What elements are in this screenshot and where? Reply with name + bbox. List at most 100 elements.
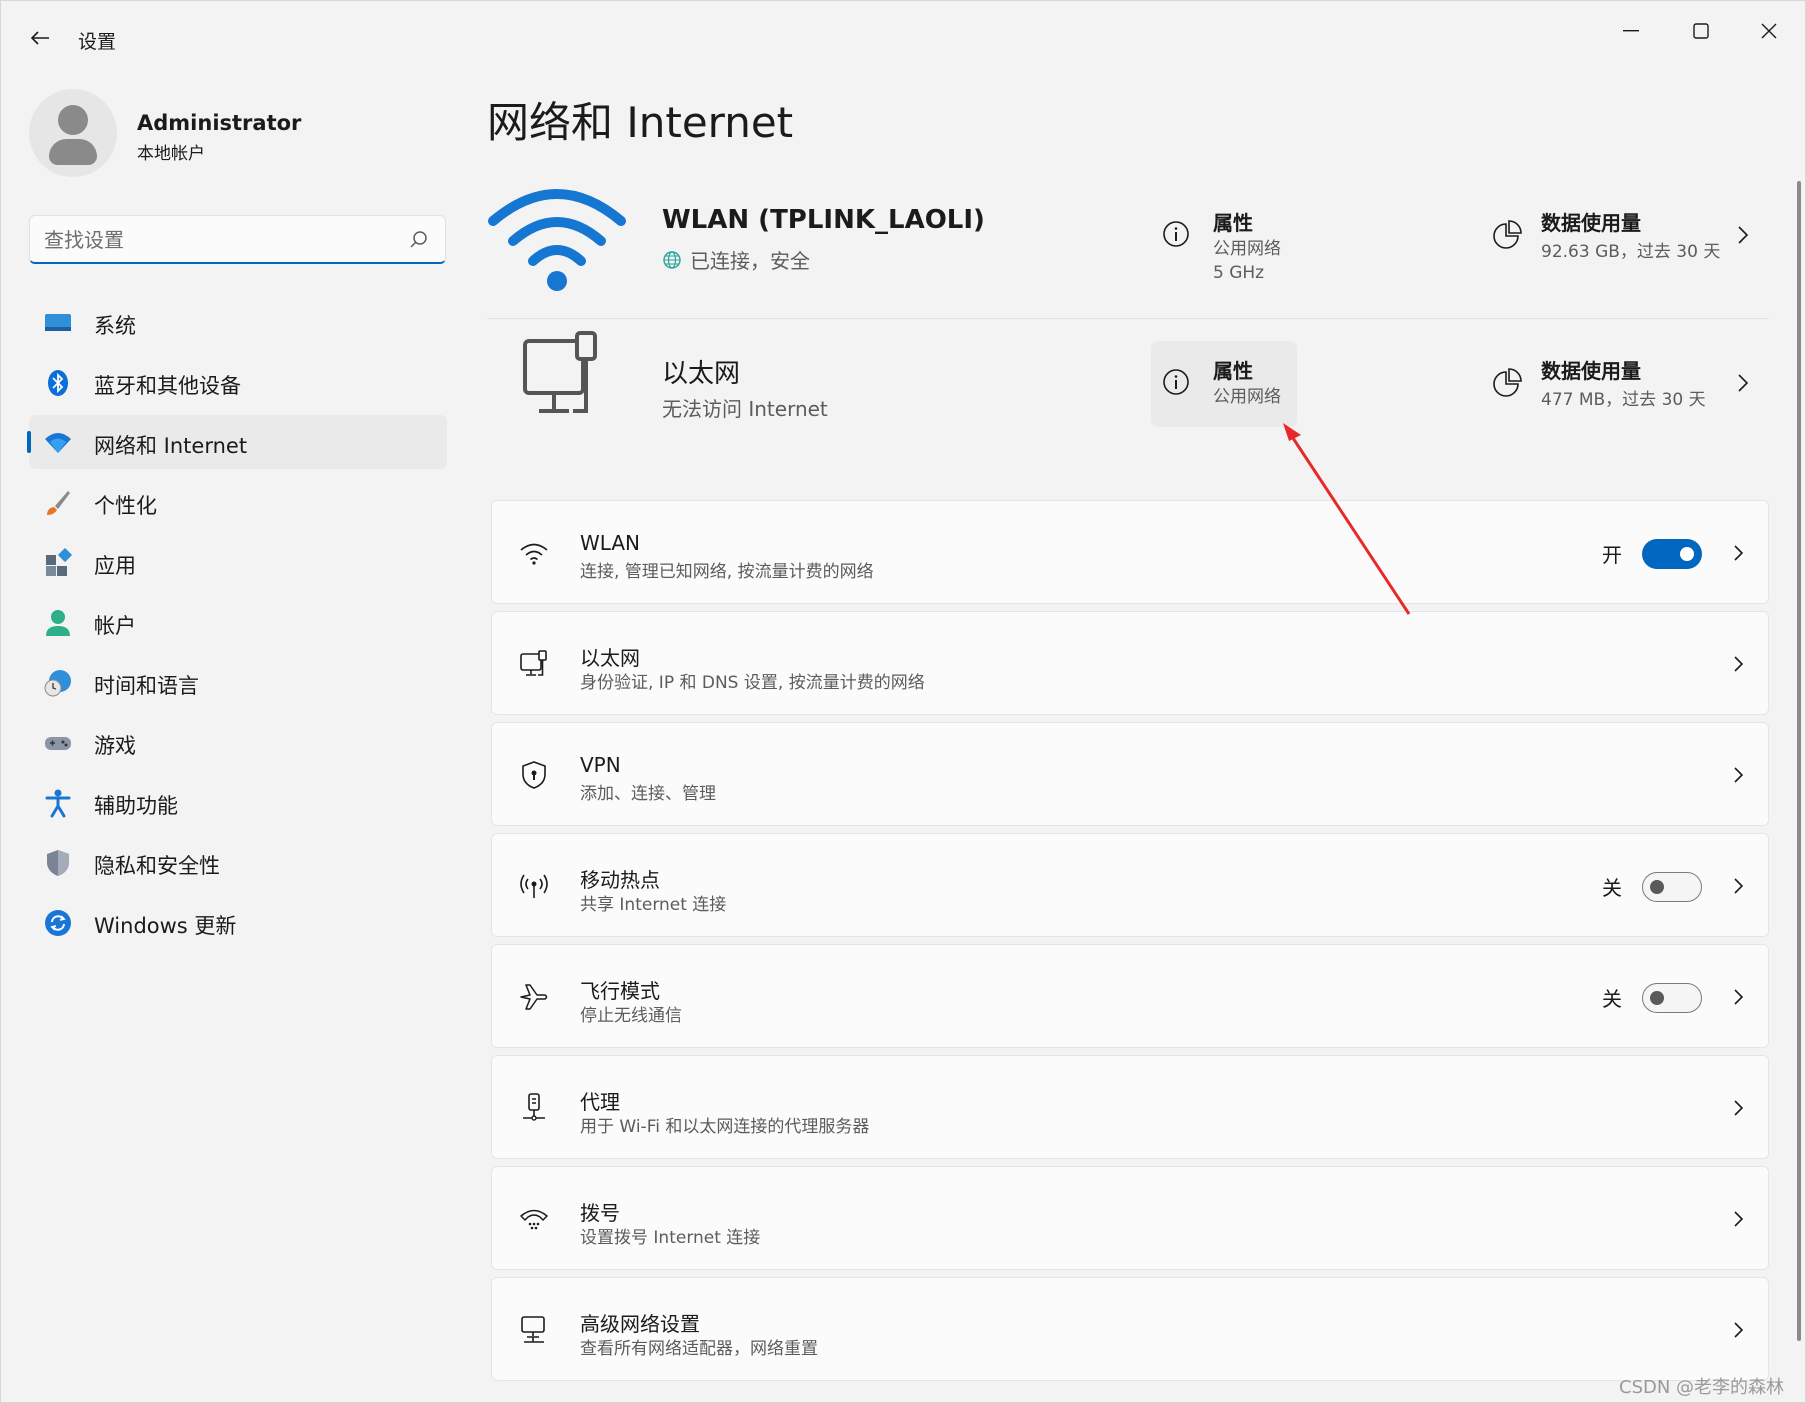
sidebar-item-network[interactable]: 网络和 Internet bbox=[27, 415, 447, 469]
card-advanced-network[interactable]: 高级网络设置 查看所有网络适配器，网络重置 bbox=[491, 1277, 1769, 1381]
card-title: 代理 bbox=[580, 1090, 620, 1114]
wlan-properties-button[interactable]: 属性 公用网络 5 GHz bbox=[1151, 193, 1297, 283]
sidebar-item-windows-update[interactable]: Windows 更新 bbox=[29, 895, 447, 949]
card-airplane-mode[interactable]: 飞行模式 停止无线通信 关 bbox=[491, 944, 1769, 1048]
network-settings-list: WLAN 连接, 管理已知网络, 按流量计费的网络 开 以太网 身份验证, IP… bbox=[491, 500, 1769, 1388]
chevron-right-icon bbox=[1734, 545, 1744, 561]
airplane-mode-toggle[interactable] bbox=[1642, 983, 1702, 1013]
account-type: 本地帐户 bbox=[137, 144, 205, 164]
sidebar-item-label: 网络和 Internet bbox=[94, 434, 248, 458]
card-subtitle: 添加、连接、管理 bbox=[580, 784, 716, 804]
card-title: 高级网络设置 bbox=[580, 1312, 700, 1336]
wlan-toggle[interactable] bbox=[1642, 539, 1702, 569]
sidebar-item-label: 应用 bbox=[94, 554, 136, 578]
sidebar-item-label: 个性化 bbox=[94, 494, 157, 518]
info-icon bbox=[1163, 221, 1189, 247]
globe-icon bbox=[663, 250, 681, 269]
network-profile: 公用网络 bbox=[1213, 239, 1281, 259]
dialup-icon bbox=[520, 1209, 548, 1230]
chevron-right-icon bbox=[1738, 374, 1749, 392]
card-title: WLAN bbox=[580, 531, 641, 555]
apps-icon bbox=[46, 548, 73, 576]
data-usage-label: 数据使用量 bbox=[1541, 211, 1641, 235]
hotspot-icon bbox=[520, 874, 548, 898]
card-title: 以太网 bbox=[580, 646, 640, 670]
wlan-status: 已连接，安全 bbox=[690, 249, 810, 273]
page-title: 网络和 Internet bbox=[487, 98, 794, 147]
sidebar-item-label: 隐私和安全性 bbox=[94, 854, 220, 878]
connection-summary: WLAN (TPLINK_LAOLI) 已连接，安全 属性 公用网络 5 GHz bbox=[487, 171, 1769, 467]
wlan-network-name: WLAN (TPLINK_LAOLI) bbox=[662, 205, 985, 235]
card-dialup[interactable]: 拨号 设置拨号 Internet 连接 bbox=[491, 1166, 1769, 1270]
clock-globe-icon bbox=[44, 670, 71, 697]
back-button[interactable] bbox=[25, 23, 55, 53]
sidebar-item-apps[interactable]: 应用 bbox=[29, 535, 447, 589]
wlan-connection: WLAN (TPLINK_LAOLI) 已连接，安全 属性 公用网络 5 GHz bbox=[487, 171, 1769, 319]
ethernet-data-usage-button[interactable]: 数据使用量 477 MB，过去 30 天 bbox=[1487, 341, 1767, 427]
search-box[interactable] bbox=[29, 215, 446, 264]
app-title: 设置 bbox=[78, 31, 117, 53]
back-arrow-icon bbox=[30, 31, 49, 45]
card-proxy[interactable]: 代理 用于 Wi-Fi 和以太网连接的代理服务器 bbox=[491, 1055, 1769, 1159]
close-button[interactable] bbox=[1739, 11, 1799, 51]
network-band: 5 GHz bbox=[1213, 263, 1265, 283]
ethernet-network-name: 以太网 bbox=[662, 359, 741, 389]
watermark: CSDN @老李的森林 bbox=[1619, 1377, 1785, 1398]
sidebar-item-gaming[interactable]: 游戏 bbox=[29, 715, 447, 769]
advanced-network-icon bbox=[521, 1316, 545, 1343]
search-icon[interactable] bbox=[409, 230, 429, 250]
network-profile: 公用网络 bbox=[1213, 387, 1281, 407]
sidebar-item-label: 帐户 bbox=[94, 614, 136, 638]
avatar[interactable] bbox=[29, 89, 117, 177]
card-subtitle: 用于 Wi-Fi 和以太网连接的代理服务器 bbox=[580, 1117, 870, 1137]
sidebar-item-privacy[interactable]: 隐私和安全性 bbox=[29, 835, 447, 889]
wifi-icon bbox=[520, 543, 548, 565]
sidebar-item-system[interactable]: 系统 bbox=[29, 295, 447, 349]
search-input[interactable] bbox=[44, 226, 394, 254]
vpn-shield-icon bbox=[522, 761, 546, 789]
sidebar-item-accounts[interactable]: 帐户 bbox=[29, 595, 447, 649]
card-ethernet[interactable]: 以太网 身份验证, IP 和 DNS 设置, 按流量计费的网络 bbox=[491, 611, 1769, 715]
sidebar-item-label: 系统 bbox=[94, 314, 136, 338]
card-subtitle: 停止无线通信 bbox=[580, 1006, 682, 1026]
chevron-right-icon bbox=[1734, 1100, 1744, 1116]
properties-label: 属性 bbox=[1213, 359, 1253, 383]
card-title: 拨号 bbox=[580, 1201, 620, 1225]
card-subtitle: 设置拨号 Internet 连接 bbox=[580, 1228, 761, 1248]
sidebar-item-time-language[interactable]: 时间和语言 bbox=[29, 655, 447, 709]
sidebar-item-label: 辅助功能 bbox=[94, 794, 178, 818]
sidebar-item-personalization[interactable]: 个性化 bbox=[29, 475, 447, 529]
ethernet-icon bbox=[520, 650, 547, 676]
maximize-button[interactable] bbox=[1671, 11, 1731, 51]
card-subtitle: 共享 Internet 连接 bbox=[580, 895, 727, 915]
title-bar: 设置 bbox=[1, 1, 1805, 71]
sidebar-item-label: Windows 更新 bbox=[94, 914, 237, 938]
card-subtitle: 身份验证, IP 和 DNS 设置, 按流量计费的网络 bbox=[580, 673, 925, 693]
chevron-right-icon bbox=[1734, 989, 1744, 1005]
settings-window: 设置 Administrator 本地帐户 查找设置 系统 蓝牙和其他设备 网络… bbox=[0, 0, 1806, 1403]
minimize-icon bbox=[1623, 30, 1639, 32]
data-usage-value: 477 MB，过去 30 天 bbox=[1541, 390, 1706, 410]
card-wlan[interactable]: WLAN 连接, 管理已知网络, 按流量计费的网络 开 bbox=[491, 500, 1769, 604]
wlan-data-usage-button[interactable]: 数据使用量 92.63 GB，过去 30 天 bbox=[1487, 193, 1767, 279]
toggle-state-label: 开 bbox=[1602, 543, 1622, 567]
chevron-right-icon bbox=[1734, 656, 1744, 672]
card-mobile-hotspot[interactable]: 移动热点 共享 Internet 连接 关 bbox=[491, 833, 1769, 937]
data-usage-label: 数据使用量 bbox=[1541, 359, 1641, 383]
wifi-icon bbox=[45, 433, 71, 453]
pie-chart-icon bbox=[1493, 368, 1522, 397]
mobile-hotspot-toggle[interactable] bbox=[1642, 872, 1702, 902]
ethernet-properties-button[interactable]: 属性 公用网络 bbox=[1151, 341, 1297, 427]
info-icon bbox=[1163, 369, 1189, 395]
minimize-button[interactable] bbox=[1601, 11, 1661, 51]
data-usage-value: 92.63 GB，过去 30 天 bbox=[1541, 242, 1721, 262]
scrollbar[interactable] bbox=[1797, 181, 1801, 1341]
sidebar-item-bluetooth[interactable]: 蓝牙和其他设备 bbox=[29, 355, 447, 409]
ethernet-status: 无法访问 Internet bbox=[662, 397, 828, 421]
card-vpn[interactable]: VPN 添加、连接、管理 bbox=[491, 722, 1769, 826]
bluetooth-icon bbox=[48, 370, 68, 396]
sidebar-item-label: 时间和语言 bbox=[94, 674, 199, 698]
shield-icon bbox=[47, 850, 69, 876]
card-subtitle: 连接, 管理已知网络, 按流量计费的网络 bbox=[580, 562, 874, 582]
sidebar-item-accessibility[interactable]: 辅助功能 bbox=[29, 775, 447, 829]
